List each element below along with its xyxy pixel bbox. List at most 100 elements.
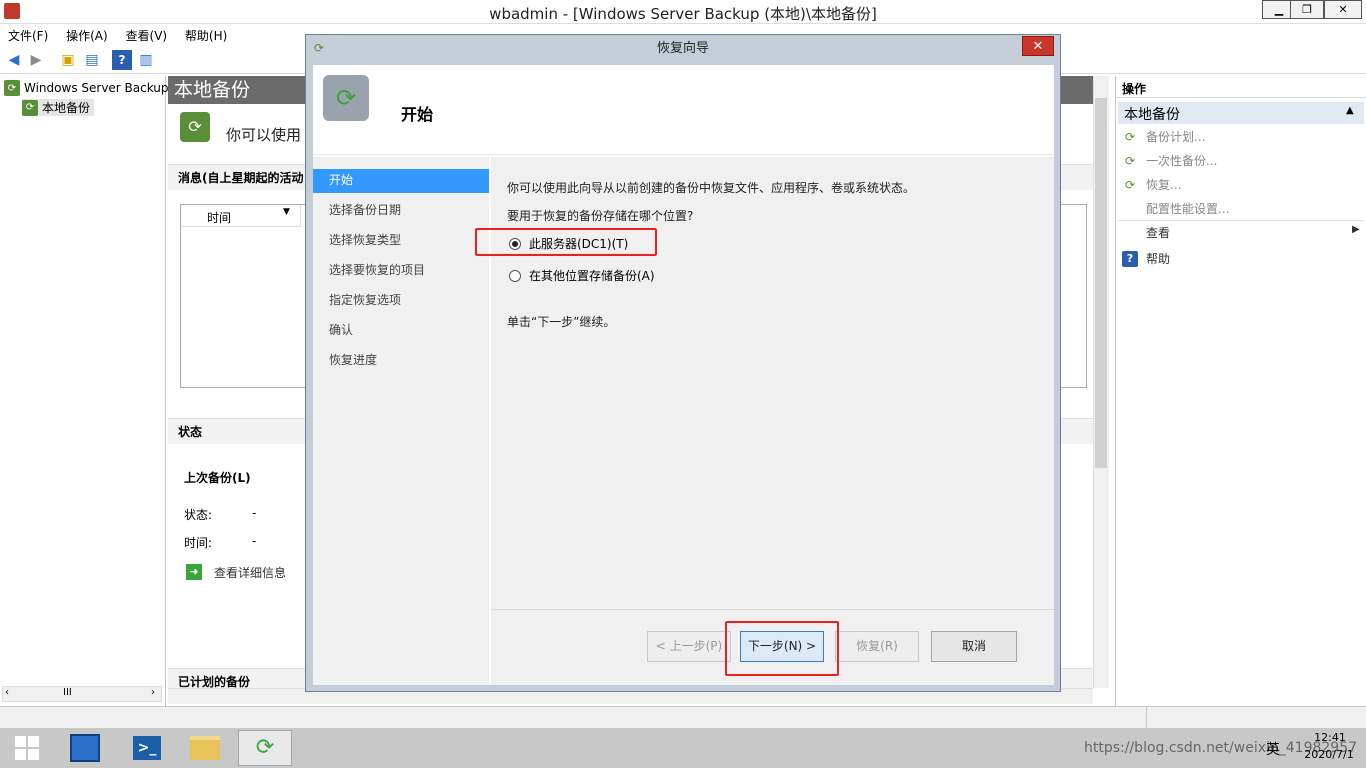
- step-select-date[interactable]: 选择备份日期: [313, 199, 489, 223]
- action-view[interactable]: 查看 ▶: [1146, 224, 1360, 241]
- action-label: 一次性备份...: [1146, 154, 1218, 168]
- column-time-label: 时间: [207, 211, 232, 225]
- divider: [1118, 220, 1364, 221]
- previous-button[interactable]: < 上一步(P): [647, 631, 731, 662]
- action-label: 查看: [1146, 226, 1171, 240]
- backup-app-icon: ⟳: [255, 735, 275, 760]
- radio-other-label: 在其他位置存储备份(A): [529, 269, 655, 283]
- folder-icon: [190, 736, 220, 760]
- scroll-thumb-icon[interactable]: III: [63, 687, 72, 698]
- clock-time[interactable]: 12:41: [1300, 731, 1360, 744]
- forward-arrow-icon[interactable]: ▶: [26, 50, 46, 70]
- arrow-right-icon[interactable]: ➜: [186, 564, 202, 580]
- submenu-arrow-icon: ▶: [1352, 224, 1360, 235]
- action-label: 备份计划...: [1146, 130, 1206, 144]
- step-select-items[interactable]: 选择要恢复的项目: [313, 259, 489, 283]
- tree-item-local-backup[interactable]: ⟳ 本地备份: [22, 99, 95, 116]
- menu-view[interactable]: 查看(V): [118, 24, 174, 44]
- wizard-description: 你可以使用此向导从以前创建的备份中恢复文件、应用程序、卷或系统状态。: [507, 181, 916, 195]
- radio-unselected-icon[interactable]: [509, 269, 521, 282]
- step-progress[interactable]: 恢复进度: [313, 349, 489, 373]
- dialog-body: ⟳ 开始 开始 选择备份日期 选择恢复类型 选择要恢复的项目 指定恢复选项 确认…: [313, 65, 1054, 685]
- intro-text: 你可以使用: [226, 126, 302, 144]
- recover-icon: ⟳: [1124, 177, 1136, 192]
- up-folder-icon[interactable]: ▣: [58, 50, 78, 70]
- restore-button[interactable]: ❐: [1290, 0, 1324, 19]
- taskbar-powershell[interactable]: >_: [120, 730, 174, 766]
- wizard-content: 你可以使用此向导从以前创建的备份中恢复文件、应用程序、卷或系统状态。 要用于恢复…: [491, 157, 1054, 609]
- step-confirm[interactable]: 确认: [313, 319, 489, 343]
- scroll-left-icon[interactable]: ‹: [5, 687, 9, 698]
- step-recovery-type[interactable]: 选择恢复类型: [313, 229, 489, 253]
- backup-icon: ⟳: [22, 99, 38, 116]
- actions-group-label: 本地备份: [1124, 107, 1180, 123]
- back-arrow-icon[interactable]: ◀: [4, 50, 24, 70]
- show-hide-action-pane-icon[interactable]: ▥: [136, 50, 156, 70]
- taskbar-explorer[interactable]: [178, 730, 232, 766]
- dialog-title: 恢复向导: [656, 41, 709, 56]
- help-icon: ?: [1122, 250, 1138, 267]
- wizard-heading: 开始: [401, 105, 434, 124]
- wizard-hint: 单击“下一步”继续。: [507, 315, 616, 329]
- status-label: 状态:: [184, 508, 213, 522]
- taskbar-server-manager[interactable]: [58, 730, 112, 766]
- help-icon[interactable]: ?: [112, 50, 132, 70]
- taskbar: >_ ⟳ https://blog.csdn.net/weixin_419829…: [0, 728, 1366, 768]
- actions-title: 操作: [1116, 76, 1366, 98]
- show-hide-tree-icon[interactable]: ▤: [82, 50, 102, 70]
- step-recovery-options[interactable]: 指定恢复选项: [313, 289, 489, 313]
- tree-child-label: 本地备份: [42, 101, 91, 115]
- wizard-header: ⟳ 开始: [313, 65, 1054, 155]
- last-backup-title: 上次备份(L): [184, 471, 251, 485]
- view-details-link[interactable]: 查看详细信息: [214, 564, 286, 581]
- tree-root-label: Windows Server Backup: [24, 81, 169, 95]
- backup-once-icon: ⟳: [1124, 153, 1136, 168]
- ime-indicator[interactable]: 英: [1266, 739, 1280, 759]
- wizard-question: 要用于恢复的备份存储在哪个位置?: [507, 209, 694, 223]
- action-label: 帮助: [1146, 252, 1171, 266]
- clock-date[interactable]: 2020/7/1: [1296, 748, 1362, 761]
- actions-group-header[interactable]: 本地备份 ▲: [1118, 102, 1364, 124]
- restore-disk-icon: ⟳: [323, 75, 369, 121]
- scroll-thumb[interactable]: [1095, 98, 1107, 468]
- cancel-button[interactable]: 取消: [931, 631, 1017, 662]
- radio-other-location[interactable]: 在其他位置存储备份(A): [509, 267, 655, 284]
- action-configure-performance[interactable]: 配置性能设置...: [1146, 200, 1229, 217]
- action-label: 配置性能设置...: [1146, 202, 1230, 216]
- action-help[interactable]: ? 帮助: [1122, 250, 1170, 267]
- column-header-time[interactable]: 时间 ▼: [181, 205, 301, 227]
- status-divider: [1146, 707, 1147, 729]
- windows-logo-icon: [15, 736, 39, 760]
- actions-pane: 操作 本地备份 ▲ ⟳ 备份计划... ⟳ 一次性备份... ⟳ 恢复... 配…: [1115, 76, 1366, 706]
- scroll-right-icon[interactable]: ›: [151, 687, 155, 698]
- console-tree: ⟳ Windows Server Backup ⟳ 本地备份 ‹ III ›: [0, 76, 169, 706]
- window-title-bar: wbadmin - [Windows Server Backup (本地)\本地…: [0, 0, 1366, 24]
- status-value: -: [252, 506, 257, 520]
- recover-button[interactable]: 恢复(R): [835, 631, 919, 662]
- tree-item-root[interactable]: ⟳ Windows Server Backup: [4, 80, 169, 96]
- start-button[interactable]: [0, 730, 54, 766]
- taskbar-wbadmin[interactable]: ⟳: [238, 730, 292, 766]
- close-button[interactable]: ✕: [1324, 0, 1362, 19]
- wizard-steps: 开始 选择备份日期 选择恢复类型 选择要恢复的项目 指定恢复选项 确认 恢复进度: [313, 157, 489, 685]
- action-backup-once[interactable]: ⟳ 一次性备份...: [1122, 152, 1217, 169]
- server-manager-icon: [70, 734, 100, 762]
- time-label: 时间:: [184, 536, 213, 550]
- action-backup-schedule[interactable]: ⟳ 备份计划...: [1122, 128, 1205, 145]
- recovery-wizard-dialog: ⟳ 恢复向导 ✕ ⟳ 开始 开始 选择备份日期 选择恢复类型 选择要恢复的项目 …: [305, 34, 1061, 692]
- menu-help[interactable]: 帮助(H): [177, 24, 233, 44]
- step-start[interactable]: 开始: [313, 169, 489, 193]
- window-title: wbadmin - [Windows Server Backup (本地)\本地…: [489, 5, 877, 23]
- tree-horizontal-scrollbar[interactable]: ‹ III ›: [2, 686, 162, 702]
- collapse-up-icon[interactable]: ▲: [1346, 105, 1354, 116]
- highlight-box-this-server: [475, 228, 657, 256]
- sort-down-icon: ▼: [283, 207, 290, 217]
- backup-large-icon: ⟳: [180, 112, 210, 142]
- schedule-icon: ⟳: [1124, 129, 1136, 144]
- menu-file[interactable]: 文件(F): [0, 24, 54, 44]
- powershell-icon: >_: [133, 736, 161, 760]
- action-recover[interactable]: ⟳ 恢复...: [1122, 176, 1181, 193]
- result-vertical-scrollbar[interactable]: [1093, 76, 1109, 688]
- dialog-close-button[interactable]: ✕: [1022, 36, 1054, 56]
- menu-action[interactable]: 操作(A): [58, 24, 114, 44]
